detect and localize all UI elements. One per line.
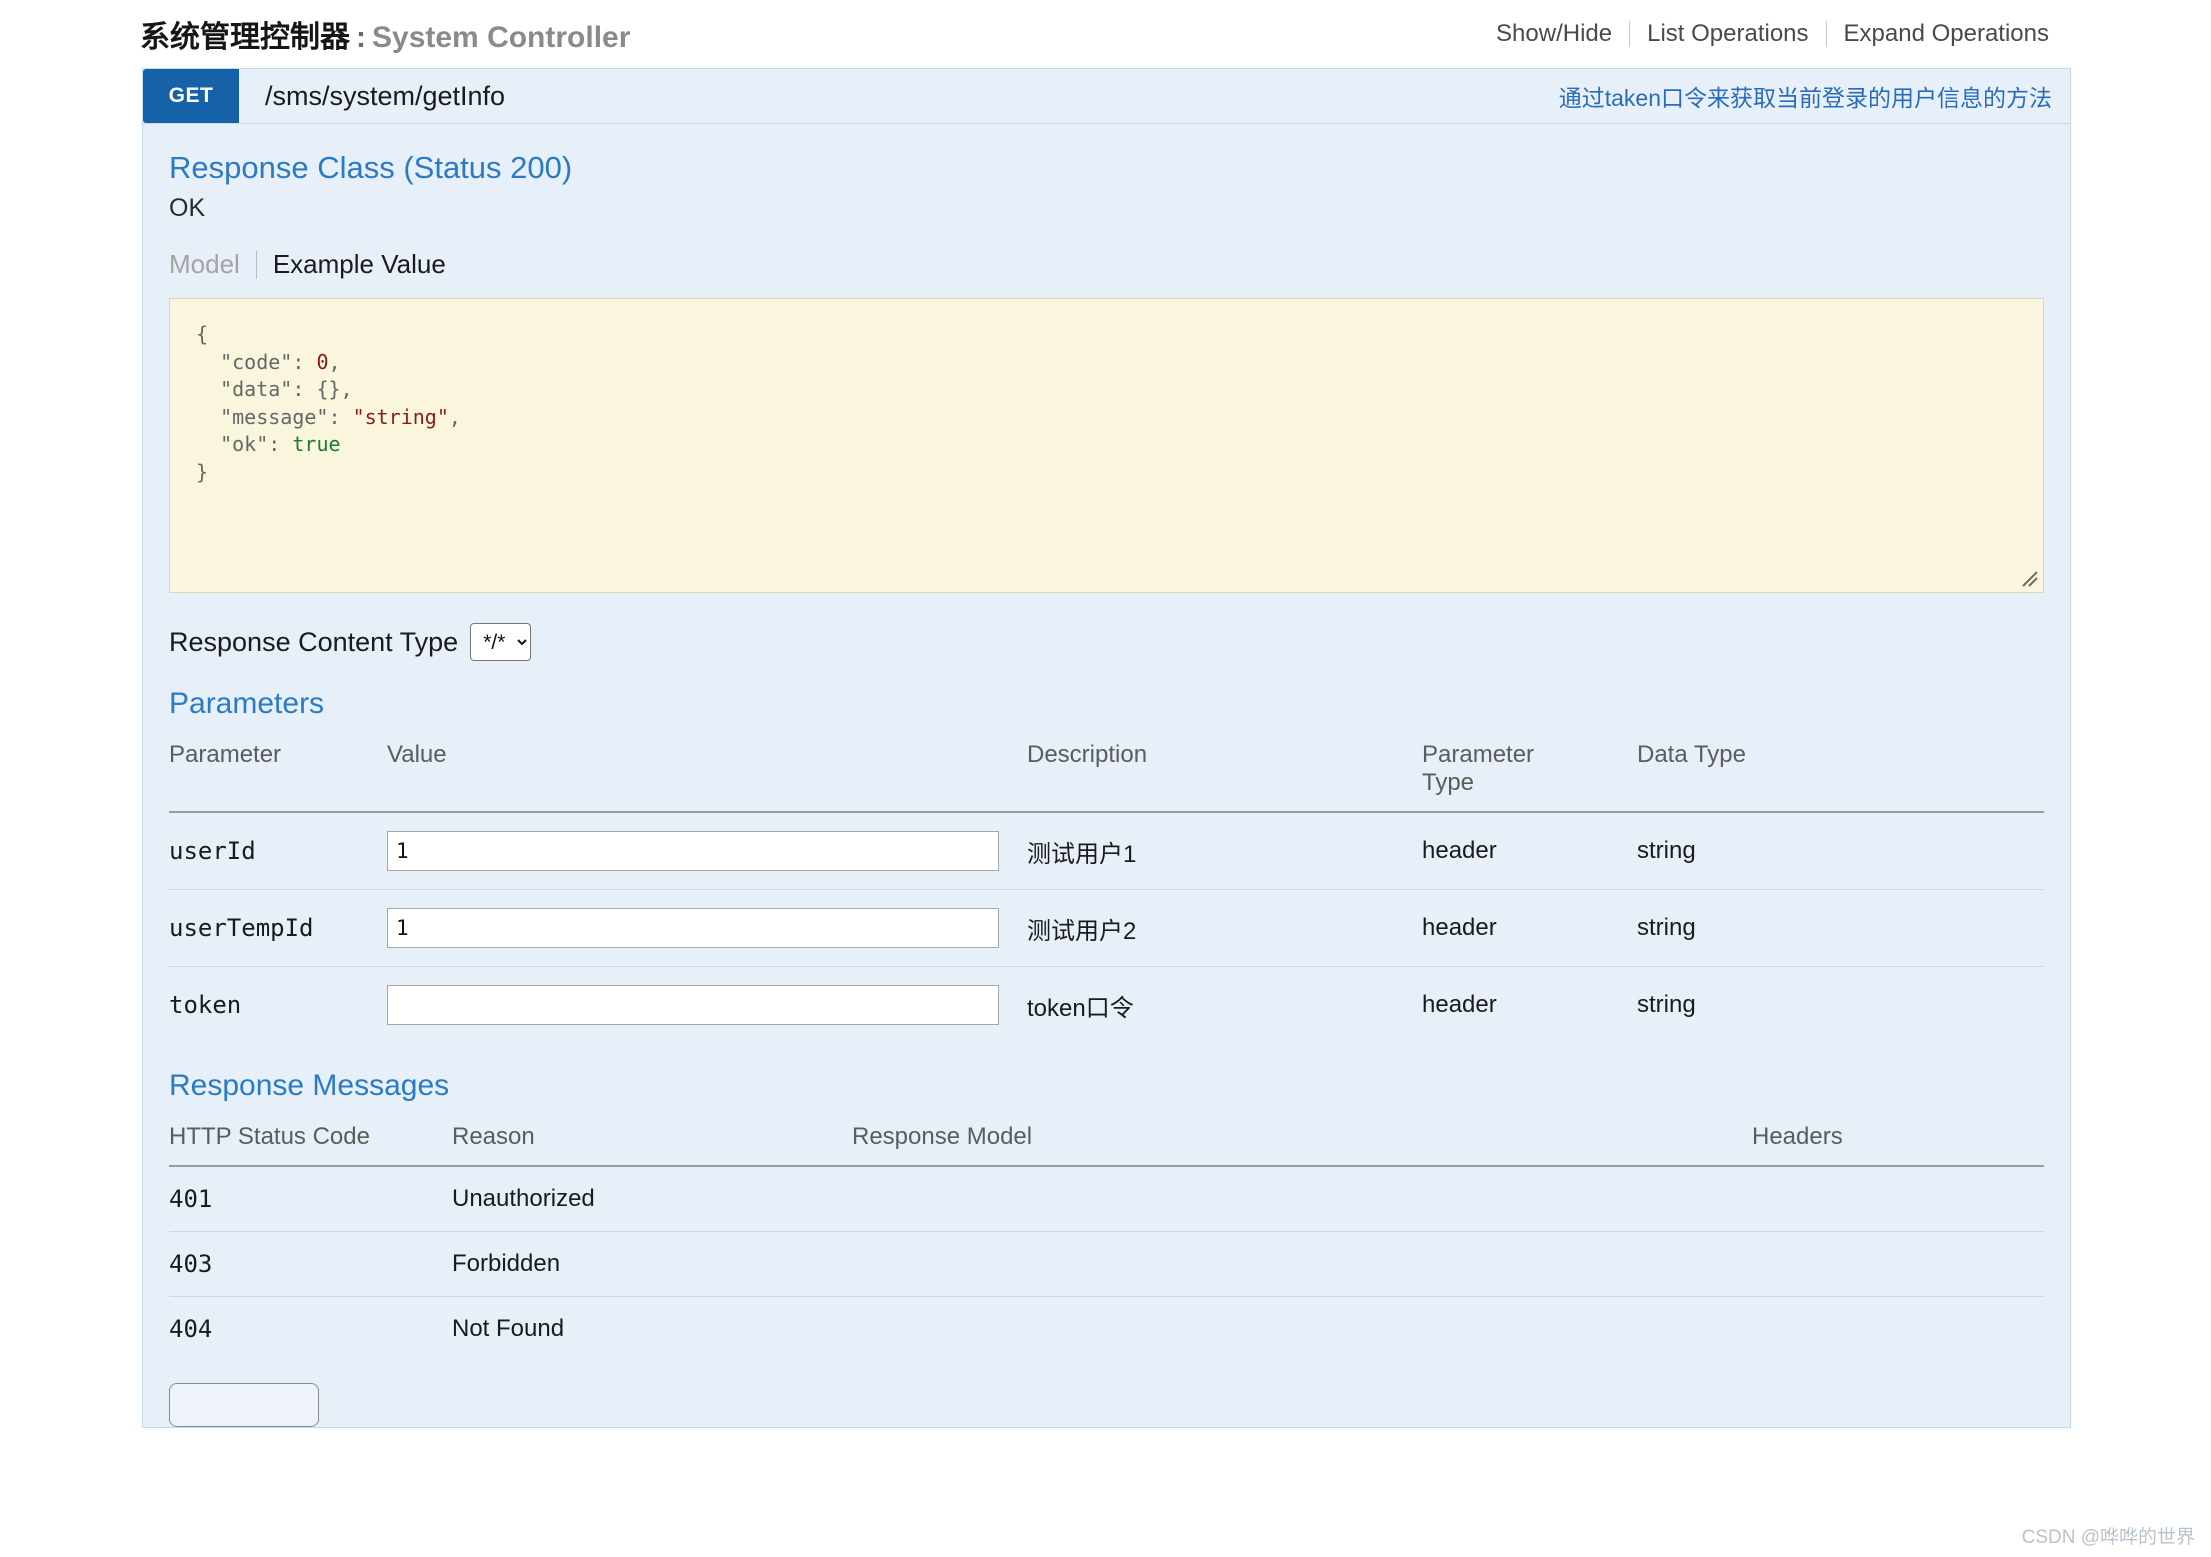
tab-model[interactable]: Model [169, 249, 256, 280]
response-status-code: 404 [169, 1297, 452, 1362]
tab-example-value[interactable]: Example Value [257, 249, 446, 280]
th-description: Description [1027, 735, 1422, 812]
page-title[interactable]: 系统管理控制器:System Controller [140, 12, 630, 56]
response-class-status-text: OK [169, 194, 2044, 223]
th-parameter: Parameter [169, 735, 387, 812]
parameters-heading: Parameters [169, 687, 2044, 721]
http-method-badge: GET [143, 69, 239, 123]
response-reason: Unauthorized [452, 1166, 852, 1232]
resource-title-en: System Controller [372, 21, 630, 54]
th-reason: Reason [452, 1117, 852, 1166]
response-headers [1752, 1232, 2044, 1297]
response-messages-table-body: 401Unauthorized403Forbidden404Not Found [169, 1166, 2044, 1361]
parameter-type: header [1422, 967, 1637, 1044]
response-messages-heading: Response Messages [169, 1069, 2044, 1103]
parameter-value-input[interactable] [387, 908, 999, 948]
example-value-json: { "code": 0, "data": {}, "message": "str… [196, 321, 2017, 486]
parameter-value-cell [387, 967, 1027, 1044]
response-status-code: 401 [169, 1166, 452, 1232]
th-response-model: Response Model [852, 1117, 1752, 1166]
model-example-tabs: Model Example Value [169, 249, 2044, 280]
th-parameter-type: ParameterType [1422, 735, 1637, 812]
response-reason: Not Found [452, 1297, 852, 1362]
response-content-type-label: Response Content Type [169, 627, 458, 658]
th-http-status-code: HTTP Status Code [169, 1117, 452, 1166]
response-content-type-select[interactable]: */* [470, 623, 531, 661]
watermark: CSDN @哗哗的世界 [2022, 1522, 2195, 1549]
parameter-description: token口令 [1027, 967, 1422, 1044]
th-parameter-type-line2: Type [1422, 769, 1474, 796]
response-content-type-row: Response Content Type */* [169, 623, 2044, 661]
parameter-data-type: string [1637, 967, 2044, 1044]
operation-body: Response Class (Status 200) OK Model Exa… [143, 150, 2070, 1427]
expand-operations-link[interactable]: Expand Operations [1827, 20, 2066, 48]
parameter-value-input[interactable] [387, 831, 999, 871]
response-messages-table: HTTP Status Code Reason Response Model H… [169, 1117, 2044, 1361]
parameters-table-header-row: Parameter Value Description ParameterTyp… [169, 735, 2044, 812]
operation-summary: 通过taken口令来获取当前登录的用户信息的方法 [1559, 69, 2070, 123]
show-hide-link[interactable]: Show/Hide [1479, 20, 1629, 48]
table-row: 404Not Found [169, 1297, 2044, 1362]
response-headers [1752, 1297, 2044, 1362]
try-it-out-button[interactable] [169, 1383, 319, 1427]
operation-panel: GET /sms/system/getInfo 通过taken口令来获取当前登录… [142, 68, 2071, 1428]
th-value: Value [387, 735, 1027, 812]
parameter-value-input[interactable] [387, 985, 999, 1025]
parameter-value-cell [387, 890, 1027, 967]
parameter-description: 测试用户1 [1027, 812, 1422, 890]
table-row: 403Forbidden [169, 1232, 2044, 1297]
table-row: 401Unauthorized [169, 1166, 2044, 1232]
th-headers: Headers [1752, 1117, 2044, 1166]
list-operations-link[interactable]: List Operations [1630, 20, 1825, 48]
parameter-name: userId [169, 812, 387, 890]
response-model [852, 1232, 1752, 1297]
table-row: userId 测试用户1headerstring [169, 812, 2044, 890]
resource-title-cn: 系统管理控制器 [140, 21, 350, 54]
parameter-data-type: string [1637, 812, 2044, 890]
parameters-table-body: userId 测试用户1headerstring userTempId 测试用户2he… [169, 812, 2044, 1043]
response-class-heading: Response Class (Status 200) [169, 150, 2044, 186]
response-reason: Forbidden [452, 1232, 852, 1297]
resource-header: 系统管理控制器:System Controller Show/Hide List… [0, 0, 2211, 68]
table-row: userTempId 测试用户2headerstring [169, 890, 2044, 967]
parameter-value-cell [387, 812, 1027, 890]
parameter-name: token [169, 967, 387, 1044]
th-data-type: Data Type [1637, 735, 2044, 812]
response-headers [1752, 1166, 2044, 1232]
example-value-code-block[interactable]: { "code": 0, "data": {}, "message": "str… [169, 298, 2044, 593]
th-parameter-type-line1: Parameter [1422, 741, 1534, 768]
parameter-name: userTempId [169, 890, 387, 967]
parameters-table: Parameter Value Description ParameterTyp… [169, 735, 2044, 1043]
table-row: token token口令headerstring [169, 967, 2044, 1044]
resource-options: Show/Hide List Operations Expand Operati… [1479, 20, 2066, 48]
resize-grip-icon[interactable] [2020, 569, 2040, 589]
response-model [852, 1166, 1752, 1232]
parameter-data-type: string [1637, 890, 2044, 967]
operation-path[interactable]: /sms/system/getInfo [239, 69, 505, 123]
response-model [852, 1297, 1752, 1362]
parameter-description: 测试用户2 [1027, 890, 1422, 967]
resource-title-separator: : [350, 21, 372, 54]
response-status-code: 403 [169, 1232, 452, 1297]
parameter-type: header [1422, 812, 1637, 890]
response-messages-header-row: HTTP Status Code Reason Response Model H… [169, 1117, 2044, 1166]
parameter-type: header [1422, 890, 1637, 967]
operation-heading[interactable]: GET /sms/system/getInfo 通过taken口令来获取当前登录… [143, 68, 2070, 124]
